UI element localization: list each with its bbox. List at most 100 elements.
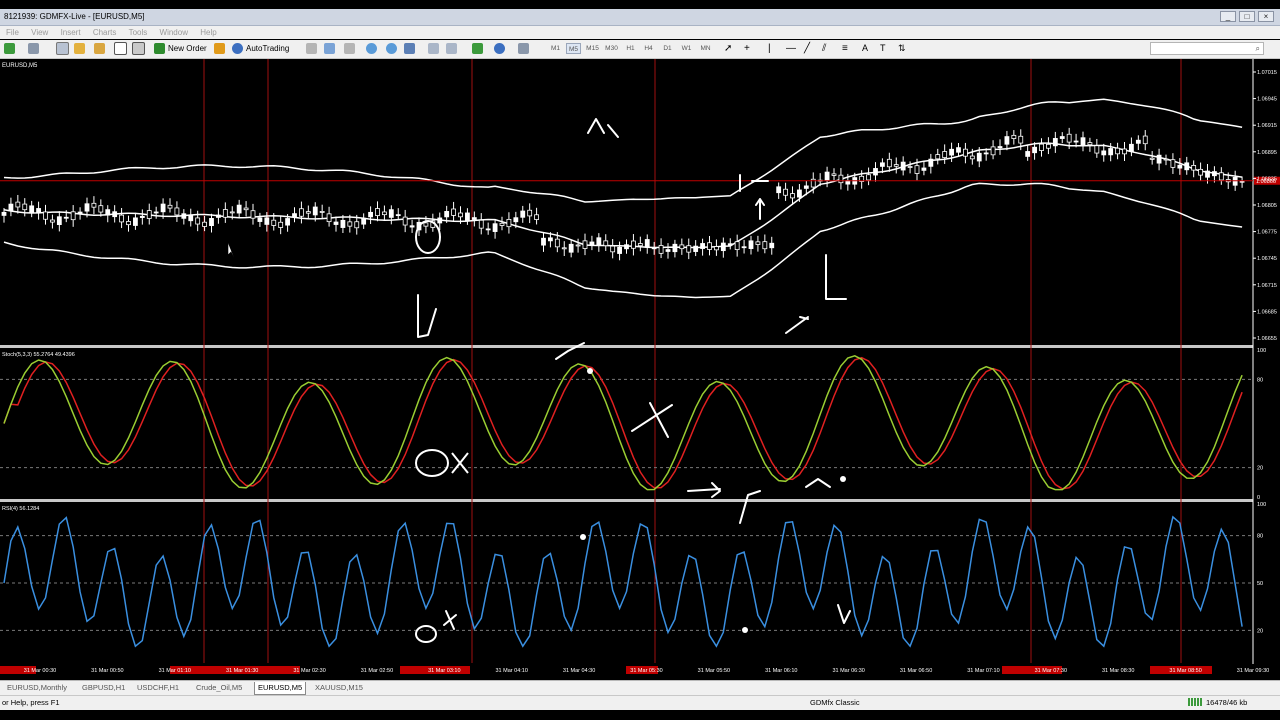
- candle-body: [1122, 148, 1127, 155]
- autotrading-label: AutoTrading: [246, 44, 290, 53]
- candlestick-button[interactable]: [324, 42, 338, 55]
- annotation-dot-2: [742, 627, 748, 633]
- maximize-button[interactable]: □: [1239, 11, 1255, 22]
- candle-body: [202, 221, 207, 227]
- chart-window[interactable]: 1.06866 1.07015 1.06945 1.06915 1.06895 1.068…: [0, 59, 1280, 679]
- market-watch-button[interactable]: [56, 42, 72, 55]
- menu-file[interactable]: File: [6, 26, 19, 39]
- tile-windows-button[interactable]: [404, 42, 418, 55]
- data-window-button[interactable]: [74, 42, 88, 55]
- label-tool[interactable]: T: [880, 42, 886, 55]
- tab-eurusd-m5[interactable]: EURUSD,M5: [254, 682, 307, 695]
- navigator-button[interactable]: [94, 42, 108, 55]
- zoom-in-button[interactable]: [366, 42, 380, 55]
- autotrading-button[interactable]: AutoTrading: [232, 42, 289, 55]
- time-axis-label: 31 Mar 00:50: [91, 668, 123, 674]
- rsi-label: RSI(4) 56.1284: [2, 506, 39, 512]
- candle-body: [271, 219, 277, 226]
- price-level-label: 1.06835: [1257, 176, 1277, 182]
- arrows-tool[interactable]: ⇅: [898, 42, 906, 55]
- metaeditor-button[interactable]: [214, 42, 228, 55]
- menu-window[interactable]: Window: [160, 26, 188, 39]
- terminal-button[interactable]: [114, 42, 130, 55]
- timeframe-m5[interactable]: M5: [566, 43, 581, 54]
- horizontal-line-tool[interactable]: —: [786, 42, 796, 55]
- timeframe-m15[interactable]: M15: [585, 43, 600, 54]
- tester-button[interactable]: [132, 42, 148, 55]
- timeframe-m1[interactable]: M1: [548, 43, 563, 54]
- metaeditor-icon: [214, 43, 225, 54]
- window-title: 8121939: GDMFX-Live - [EURUSD,M5]: [4, 12, 145, 21]
- candle-body: [1094, 145, 1100, 154]
- candle-body: [873, 168, 878, 176]
- candle-body: [126, 221, 131, 226]
- zoom-out-button[interactable]: [386, 42, 400, 55]
- chart-shift-button[interactable]: [428, 42, 442, 55]
- candle-body: [1011, 134, 1017, 139]
- candle-body: [1142, 135, 1148, 145]
- candle-body: [1073, 140, 1079, 143]
- chart-canvas[interactable]: 1.068661.070151.069451.069151.068951.068…: [0, 59, 1280, 679]
- price-level-label: 1.06915: [1257, 123, 1277, 129]
- bar-chart-icon: [306, 43, 317, 54]
- search-input[interactable]: ⌕: [1150, 42, 1264, 55]
- candle-body: [624, 244, 629, 250]
- candle-body: [1177, 164, 1183, 169]
- menu-view[interactable]: View: [31, 26, 48, 39]
- tab-eurusd-monthly[interactable]: EURUSD,Monthly: [4, 682, 70, 694]
- new-chart-button[interactable]: [4, 42, 18, 55]
- tab-usdchf-h1[interactable]: USDCHF,H1: [134, 682, 182, 694]
- tab-xauusd-m15[interactable]: XAUUSD,M15: [312, 682, 366, 694]
- time-axis-label: 31 Mar 05:30: [630, 668, 662, 674]
- candle-body: [112, 211, 118, 218]
- timeframe-d1[interactable]: D1: [660, 43, 675, 54]
- candle-body: [299, 208, 304, 217]
- timeframe-m30[interactable]: M30: [604, 43, 619, 54]
- profiles-button[interactable]: [28, 42, 42, 55]
- candle-body: [603, 240, 609, 247]
- channel-tool[interactable]: ⫽: [822, 42, 826, 55]
- timeframe-h1[interactable]: H1: [623, 43, 638, 54]
- periods-button[interactable]: [494, 42, 508, 55]
- vertical-line-tool[interactable]: |: [768, 42, 771, 55]
- timeframe-mn[interactable]: MN: [698, 43, 713, 54]
- menu-charts[interactable]: Charts: [93, 26, 117, 39]
- candle-body: [617, 246, 622, 254]
- stoch-axis-label: 0: [1257, 495, 1260, 501]
- candle-body: [831, 173, 837, 176]
- status-bar: or Help, press F1 GDMfx Classic 16478/46…: [0, 695, 1280, 710]
- indicators-button[interactable]: [472, 42, 486, 55]
- menu-help[interactable]: Help: [200, 26, 216, 39]
- timeframe-h4[interactable]: H4: [641, 43, 656, 54]
- search-icon: ⌕: [1255, 44, 1260, 53]
- tab-crude-oil-m5[interactable]: Crude_Oil,M5: [193, 682, 245, 694]
- tab-gbpusd-h1[interactable]: GBPUSD,H1: [79, 682, 128, 694]
- crosshair-tool[interactable]: +: [744, 42, 750, 55]
- line-chart-button[interactable]: [344, 42, 358, 55]
- autoscroll-button[interactable]: [446, 42, 460, 55]
- candle-body: [755, 241, 761, 245]
- text-tool[interactable]: A: [862, 42, 868, 55]
- candle-body: [153, 211, 159, 214]
- close-button[interactable]: ×: [1258, 11, 1274, 22]
- new-order-button[interactable]: New Order: [154, 42, 207, 55]
- candle-body: [1052, 138, 1058, 147]
- timeframe-w1[interactable]: W1: [679, 43, 694, 54]
- rsi-axis-label: 50: [1257, 581, 1263, 587]
- price-level-label: 1.06685: [1257, 309, 1277, 315]
- cursor-tool[interactable]: ➚: [724, 42, 732, 55]
- candle-body: [43, 211, 48, 220]
- templates-button[interactable]: [518, 42, 532, 55]
- candle-body: [734, 241, 740, 251]
- menu-tools[interactable]: Tools: [129, 26, 148, 39]
- minimize-button[interactable]: _: [1220, 11, 1236, 22]
- fibonacci-tool[interactable]: ≡: [842, 42, 848, 55]
- menu-insert[interactable]: Insert: [61, 26, 81, 39]
- candle-body: [340, 219, 346, 228]
- candle-body: [541, 237, 546, 246]
- candle-body: [402, 216, 408, 226]
- trendline-tool[interactable]: ╱: [804, 42, 810, 55]
- templates-icon: [518, 43, 529, 54]
- candle-body: [1170, 159, 1176, 168]
- bar-chart-button[interactable]: [306, 42, 320, 55]
